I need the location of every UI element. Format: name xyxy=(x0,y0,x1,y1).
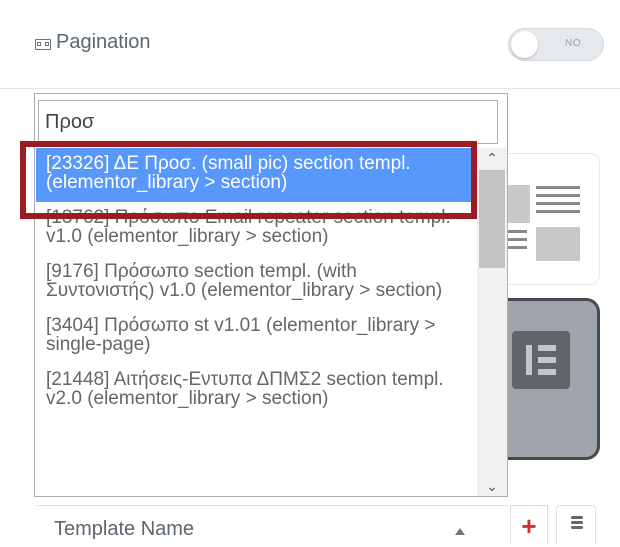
scroll-up-icon[interactable]: ⌃ xyxy=(477,148,507,168)
caret-up-icon[interactable] xyxy=(455,528,465,535)
result-option[interactable]: [3404] Πρόσωπο st v1.01 (elementor_libra… xyxy=(36,310,476,364)
result-option[interactable]: [9176] Πρόσωπο section templ. (with Συντ… xyxy=(36,256,476,310)
results-scrollbar[interactable]: ⌃ ⌄ xyxy=(477,148,507,496)
thumbnail-text-lines xyxy=(536,186,580,218)
thumbnail-image-block xyxy=(536,227,580,261)
scrollbar-thumb[interactable] xyxy=(479,170,505,268)
thumbnail-text-lines xyxy=(505,230,527,254)
divider xyxy=(0,88,620,89)
toggle-knob[interactable] xyxy=(511,31,538,58)
results-list: [23326] ΔΕ Προσ. (small pic) section tem… xyxy=(36,148,476,497)
template-library-button[interactable] xyxy=(556,505,596,545)
add-template-button[interactable]: + xyxy=(510,505,548,545)
pagination-label: Pagination xyxy=(56,31,151,53)
scroll-down-icon[interactable]: ⌄ xyxy=(477,476,507,496)
template-name-label: Template Name xyxy=(54,518,195,540)
template-search-input[interactable] xyxy=(38,100,498,144)
pagination-toggle[interactable]: NO xyxy=(508,28,604,61)
pagination-row: Pagination NO xyxy=(0,0,620,90)
template-name-row: Template Name + xyxy=(36,497,620,547)
pagination-icon xyxy=(35,39,51,50)
plus-icon: + xyxy=(521,511,537,541)
result-option[interactable]: [23326] ΔΕ Προσ. (small pic) section tem… xyxy=(36,148,476,202)
result-option[interactable]: [13762] Πρόσωπο Email repeater section t… xyxy=(36,202,476,256)
toggle-text: NO xyxy=(565,38,581,49)
database-icon xyxy=(571,516,583,532)
elementor-logo-icon xyxy=(512,331,570,389)
result-option[interactable]: [21448] Αιτήσεις-Εντυπα ΔΠΜΣ2 section te… xyxy=(36,364,476,418)
